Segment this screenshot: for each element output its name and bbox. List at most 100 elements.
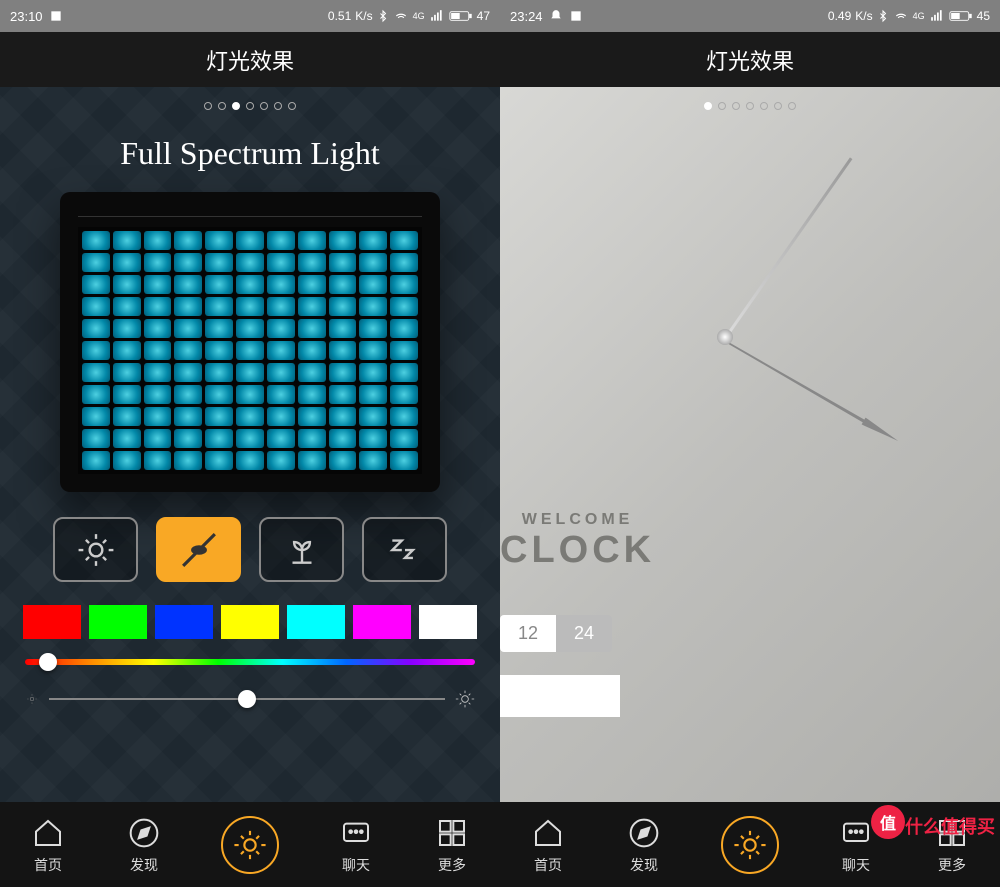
tab-label: 聊天	[342, 855, 370, 875]
tab-bar: 首页 发现 聊天 更多	[0, 802, 500, 887]
led-pixel	[144, 385, 172, 404]
led-pixel	[236, 341, 264, 360]
led-pixel	[359, 429, 387, 448]
bright-icon	[455, 689, 475, 709]
page-dot[interactable]	[288, 102, 296, 110]
format-24-button[interactable]: 24	[556, 615, 612, 652]
signal-icon	[429, 9, 445, 23]
led-pixel	[390, 231, 418, 250]
chat-icon	[340, 817, 372, 849]
color-swatch[interactable]	[287, 605, 345, 639]
status-bar: 23:10 0.51 K/s 4G 47	[0, 0, 500, 32]
page-dot[interactable]	[246, 102, 254, 110]
led-pixel	[113, 253, 141, 272]
notification-icon	[49, 9, 63, 23]
page-title: 灯光效果	[500, 32, 1000, 87]
led-pixel	[329, 275, 357, 294]
wifi-icon	[393, 9, 409, 23]
led-pixel	[113, 297, 141, 316]
color-swatch[interactable]	[155, 605, 213, 639]
slider-thumb[interactable]	[39, 653, 57, 671]
slider-thumb[interactable]	[238, 690, 256, 708]
led-pixel	[298, 385, 326, 404]
tab-home[interactable]: 首页	[529, 814, 567, 875]
led-pixel	[359, 275, 387, 294]
tab-chat[interactable]: 聊天	[837, 814, 875, 875]
led-pixel	[144, 429, 172, 448]
color-swatch[interactable]	[89, 605, 147, 639]
led-pixel	[205, 231, 233, 250]
led-pixel	[205, 341, 233, 360]
color-swatch[interactable]	[221, 605, 279, 639]
led-pixel	[390, 253, 418, 272]
led-pixel	[329, 341, 357, 360]
led-pixel	[144, 275, 172, 294]
home-icon	[32, 817, 64, 849]
bluetooth-icon	[877, 9, 889, 23]
page-dot[interactable]	[260, 102, 268, 110]
page-dot[interactable]	[274, 102, 282, 110]
tab-light-center[interactable]	[221, 816, 279, 874]
led-pixel	[267, 341, 295, 360]
plant-mode-button[interactable]	[259, 517, 344, 582]
tab-chat[interactable]: 聊天	[337, 814, 375, 875]
led-pixel	[82, 385, 110, 404]
color-swatches	[0, 597, 500, 647]
led-pixel	[205, 363, 233, 382]
led-pixel	[113, 231, 141, 250]
mosquito-icon	[180, 531, 218, 569]
color-swatch[interactable]	[353, 605, 411, 639]
led-pixel	[298, 253, 326, 272]
tab-discover[interactable]: 发现	[125, 814, 163, 875]
network-speed: 0.49	[828, 9, 851, 23]
led-pixel	[236, 297, 264, 316]
led-pixel	[205, 275, 233, 294]
home-icon	[532, 817, 564, 849]
led-pixel	[267, 407, 295, 426]
sleep-mode-button[interactable]	[362, 517, 447, 582]
tab-more[interactable]: 更多	[433, 814, 471, 875]
led-pixel	[359, 407, 387, 426]
led-pixel	[359, 363, 387, 382]
led-pixel	[267, 363, 295, 382]
bluetooth-icon	[377, 9, 389, 23]
led-pixel	[267, 319, 295, 338]
tab-label: 聊天	[842, 855, 870, 875]
welcome-text: WELCOME	[500, 511, 655, 529]
led-pixel	[144, 253, 172, 272]
led-pixel	[298, 297, 326, 316]
led-pixel	[113, 385, 141, 404]
led-pixel	[298, 407, 326, 426]
bell-icon	[549, 9, 563, 23]
led-pixel	[82, 275, 110, 294]
led-pixel	[359, 319, 387, 338]
tab-home[interactable]: 首页	[29, 814, 67, 875]
tab-light-center[interactable]	[721, 816, 779, 874]
led-pixel	[82, 319, 110, 338]
brightness-slider[interactable]	[49, 698, 445, 700]
tab-label: 发现	[130, 855, 158, 875]
led-pixel	[174, 253, 202, 272]
led-pixel	[359, 451, 387, 470]
brightness-mode-button[interactable]	[53, 517, 138, 582]
led-pixel	[267, 297, 295, 316]
color-swatch[interactable]	[23, 605, 81, 639]
content-area: WELCOME CLOCK 12 24	[500, 87, 1000, 802]
page-dot[interactable]	[218, 102, 226, 110]
content-area: Full Spectrum Light	[0, 87, 500, 802]
format-12-button[interactable]: 12	[500, 615, 556, 652]
phone-screen-right: 23:24 0.49 K/s 4G 45 灯光效果	[500, 0, 1000, 887]
color-slider[interactable]	[25, 659, 475, 665]
signal-icon	[929, 9, 945, 23]
time-format-toggle: 12 24	[500, 615, 612, 652]
tab-discover[interactable]: 发现	[625, 814, 663, 875]
color-swatch[interactable]	[419, 605, 477, 639]
page-dot[interactable]	[204, 102, 212, 110]
mode-buttons	[0, 492, 500, 597]
led-pixel	[267, 451, 295, 470]
led-pixel	[205, 451, 233, 470]
led-pixel	[329, 451, 357, 470]
mosquito-mode-button[interactable]	[156, 517, 241, 582]
toggle-box[interactable]	[500, 675, 620, 717]
page-dot[interactable]	[232, 102, 240, 110]
